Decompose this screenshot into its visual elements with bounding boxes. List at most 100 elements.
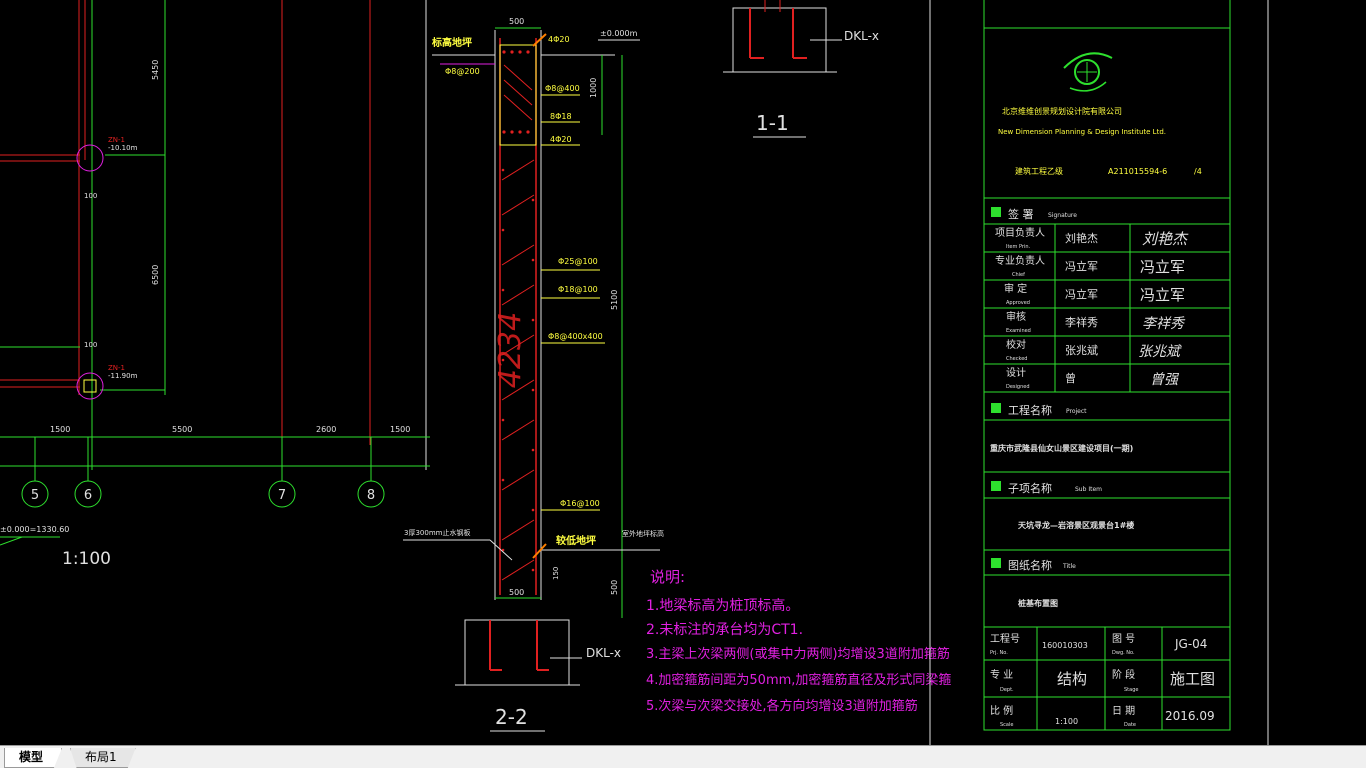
job-no-label-en: Prj. No. <box>990 650 1008 656</box>
svg-text:Chief: Chief <box>1012 272 1025 278</box>
company-name-cn: 北京维维创景规划设计院有限公司 <box>1002 106 1122 116</box>
dim-6500: 6500 <box>151 265 160 285</box>
note-line-2: 2.未标注的承台均为CT1. <box>646 622 803 638</box>
note-line-3: 3.主梁上次梁两侧(或集中力两侧)均增设3道附加箍筋 <box>646 646 950 662</box>
section-2-2: 4234 500 500 标高地坪 ±0.000m 4Φ20 Φ8@200 Φ8… <box>403 17 664 732</box>
rebar-c: 4Φ20 <box>550 135 572 144</box>
svg-text:曾强: 曾强 <box>1150 372 1180 388</box>
dim-1000: 1000 <box>589 78 598 98</box>
elev-value-2: -11.90m <box>108 372 138 380</box>
dim-bottom-2600: 2600 <box>316 425 336 434</box>
svg-text:审 定: 审 定 <box>1004 282 1027 295</box>
svg-text:Item Prin.: Item Prin. <box>1006 244 1031 250</box>
sub-item-header-en: Sub Item <box>1075 486 1102 493</box>
project-header-en: Project <box>1066 408 1087 415</box>
dim-5100: 5100 <box>610 290 619 310</box>
dwg-no: JG-04 <box>1174 637 1207 651</box>
design-notes: 说明: 1.地梁标高为桩顶标高。 2.未标注的承台均为CT1. 3.主梁上次梁两… <box>646 568 951 714</box>
date: 2016.09 <box>1165 709 1215 723</box>
section-1-beam-label: DKL-x <box>844 29 879 43</box>
svg-text:冯立军: 冯立军 <box>1065 259 1098 273</box>
svg-text:5: 5 <box>31 488 39 503</box>
date-label: 日 期 <box>1112 705 1135 717</box>
waterstop-note: 3厚300mm止水钢板 <box>404 528 470 537</box>
plan-scale: 1:100 <box>62 549 111 569</box>
scale-label: 比 例 <box>990 704 1013 717</box>
svg-text:张兆斌: 张兆斌 <box>1138 344 1182 360</box>
rebar-g: Φ16@100 <box>560 499 600 508</box>
svg-text:冯立军: 冯立军 <box>1140 258 1185 276</box>
ref-level: ±0.000=1330.60 <box>0 525 69 534</box>
dim-bottom-1500b: 1500 <box>390 425 410 434</box>
tab-model[interactable]: 模型 <box>4 748 63 768</box>
sub-item-header: 子项名称 <box>1008 481 1052 495</box>
rebar-b: 8Φ18 <box>550 112 572 121</box>
project-header: 工程名称 <box>1008 403 1052 417</box>
note-line-5: 5.次梁与次梁交接处,各方向均增设3道附加箍筋 <box>646 698 918 714</box>
dept-label-en: Dept. <box>1000 687 1014 693</box>
rebar-f: Φ8@400x400 <box>548 332 603 341</box>
svg-text:冯立军: 冯立军 <box>1140 286 1185 304</box>
drawing-title-header: 图纸名称 <box>1008 558 1052 572</box>
dim-bottom-1500a: 1500 <box>50 425 70 434</box>
dim-150: 150 <box>552 567 560 580</box>
svg-text:7: 7 <box>278 488 286 503</box>
dim-100-b: 100 <box>84 341 97 349</box>
title-block: 北京维维创景规划设计院有限公司 New Dimension Planning &… <box>929 0 1269 745</box>
sign-row-2: 专业负责人 Chief 冯立军 冯立军 <box>995 254 1185 278</box>
section-2-title: 2-2 <box>495 705 528 729</box>
signature-header: 签 署 <box>1008 207 1034 221</box>
axis-bubble-6: 6 <box>74 480 102 508</box>
project-name: 重庆市武隆县仙女山景区建设项目(一期) <box>990 443 1133 453</box>
width-bottom: 500 <box>509 588 524 597</box>
stirrup-top: Φ8@200 <box>445 67 480 76</box>
sub-item-name: 天坑寻龙—岩溶景区观景台1#楼 <box>1018 520 1134 530</box>
scale-label-en: Scale <box>1000 722 1013 728</box>
scale-value: 1:100 <box>1055 717 1078 726</box>
dim-5450: 5450 <box>151 60 160 80</box>
axis-bubble-5: 5 <box>21 480 49 508</box>
svg-text:审核: 审核 <box>1006 310 1026 323</box>
width-top: 500 <box>509 17 524 26</box>
plan-view: ZN-1 -10.10m ZN-1 -11.90m 5450 6500 100 … <box>0 0 430 569</box>
elev-value-1: -10.10m <box>108 144 138 152</box>
dim-100-a: 100 <box>84 192 97 200</box>
svg-text:李祥秀: 李祥秀 <box>1142 316 1186 332</box>
rebar-top: 4Φ20 <box>548 35 570 44</box>
top-left-note: 标高地坪 <box>431 36 472 49</box>
svg-text:Checked: Checked <box>1006 356 1027 362</box>
top-level: ±0.000m <box>600 29 638 38</box>
elev-tag-1: ZN-1 <box>108 136 125 144</box>
svg-text:李祥秀: 李祥秀 <box>1065 315 1098 329</box>
dept-label: 专 业 <box>990 668 1013 681</box>
rebar-e: Φ18@100 <box>558 285 598 294</box>
svg-text:刘艳杰: 刘艳杰 <box>1065 231 1098 245</box>
svg-text:6: 6 <box>84 488 92 503</box>
cad-drawing-canvas[interactable]: ZN-1 -10.10m ZN-1 -11.90m 5450 6500 100 … <box>0 0 1366 745</box>
company-name-en: New Dimension Planning & Design Institut… <box>998 128 1166 136</box>
svg-text:专业负责人: 专业负责人 <box>995 254 1045 267</box>
svg-text:张兆斌: 张兆斌 <box>1065 344 1098 357</box>
bottom-note: 较低地坪 <box>556 534 596 547</box>
cert-label: 建筑工程乙级 <box>1015 166 1063 176</box>
stage-label: 阶 段 <box>1112 668 1135 681</box>
job-no-label: 工程号 <box>990 633 1020 645</box>
sign-row-4: 审核 Examined 李祥秀 李祥秀 <box>1006 310 1186 334</box>
section-1-1: DKL-x 1-1 <box>723 0 879 138</box>
svg-text:曾: 曾 <box>1065 371 1076 385</box>
rebar-a: Φ8@400 <box>545 84 580 93</box>
tab-layout1[interactable]: 布局1 <box>70 748 136 768</box>
notes-title: 说明: <box>650 568 685 586</box>
dwg-no-label: 图 号 <box>1112 633 1135 645</box>
section-2-beam-label: DKL-x <box>586 646 621 660</box>
svg-text:设计: 设计 <box>1006 366 1026 379</box>
axis-bubble-8: 8 <box>357 480 385 508</box>
drawing-title-header-en: Title <box>1062 563 1076 570</box>
signature-header-en: Signature <box>1048 212 1077 219</box>
company-logo-icon <box>1063 52 1113 92</box>
dept: 结构 <box>1057 670 1087 688</box>
svg-text:Designed: Designed <box>1006 384 1030 390</box>
svg-text:Approved: Approved <box>1006 300 1030 306</box>
sign-row-1: 项目负责人 Item Prin. 刘艳杰 刘艳杰 <box>995 226 1189 250</box>
svg-text:冯立军: 冯立军 <box>1065 287 1098 301</box>
